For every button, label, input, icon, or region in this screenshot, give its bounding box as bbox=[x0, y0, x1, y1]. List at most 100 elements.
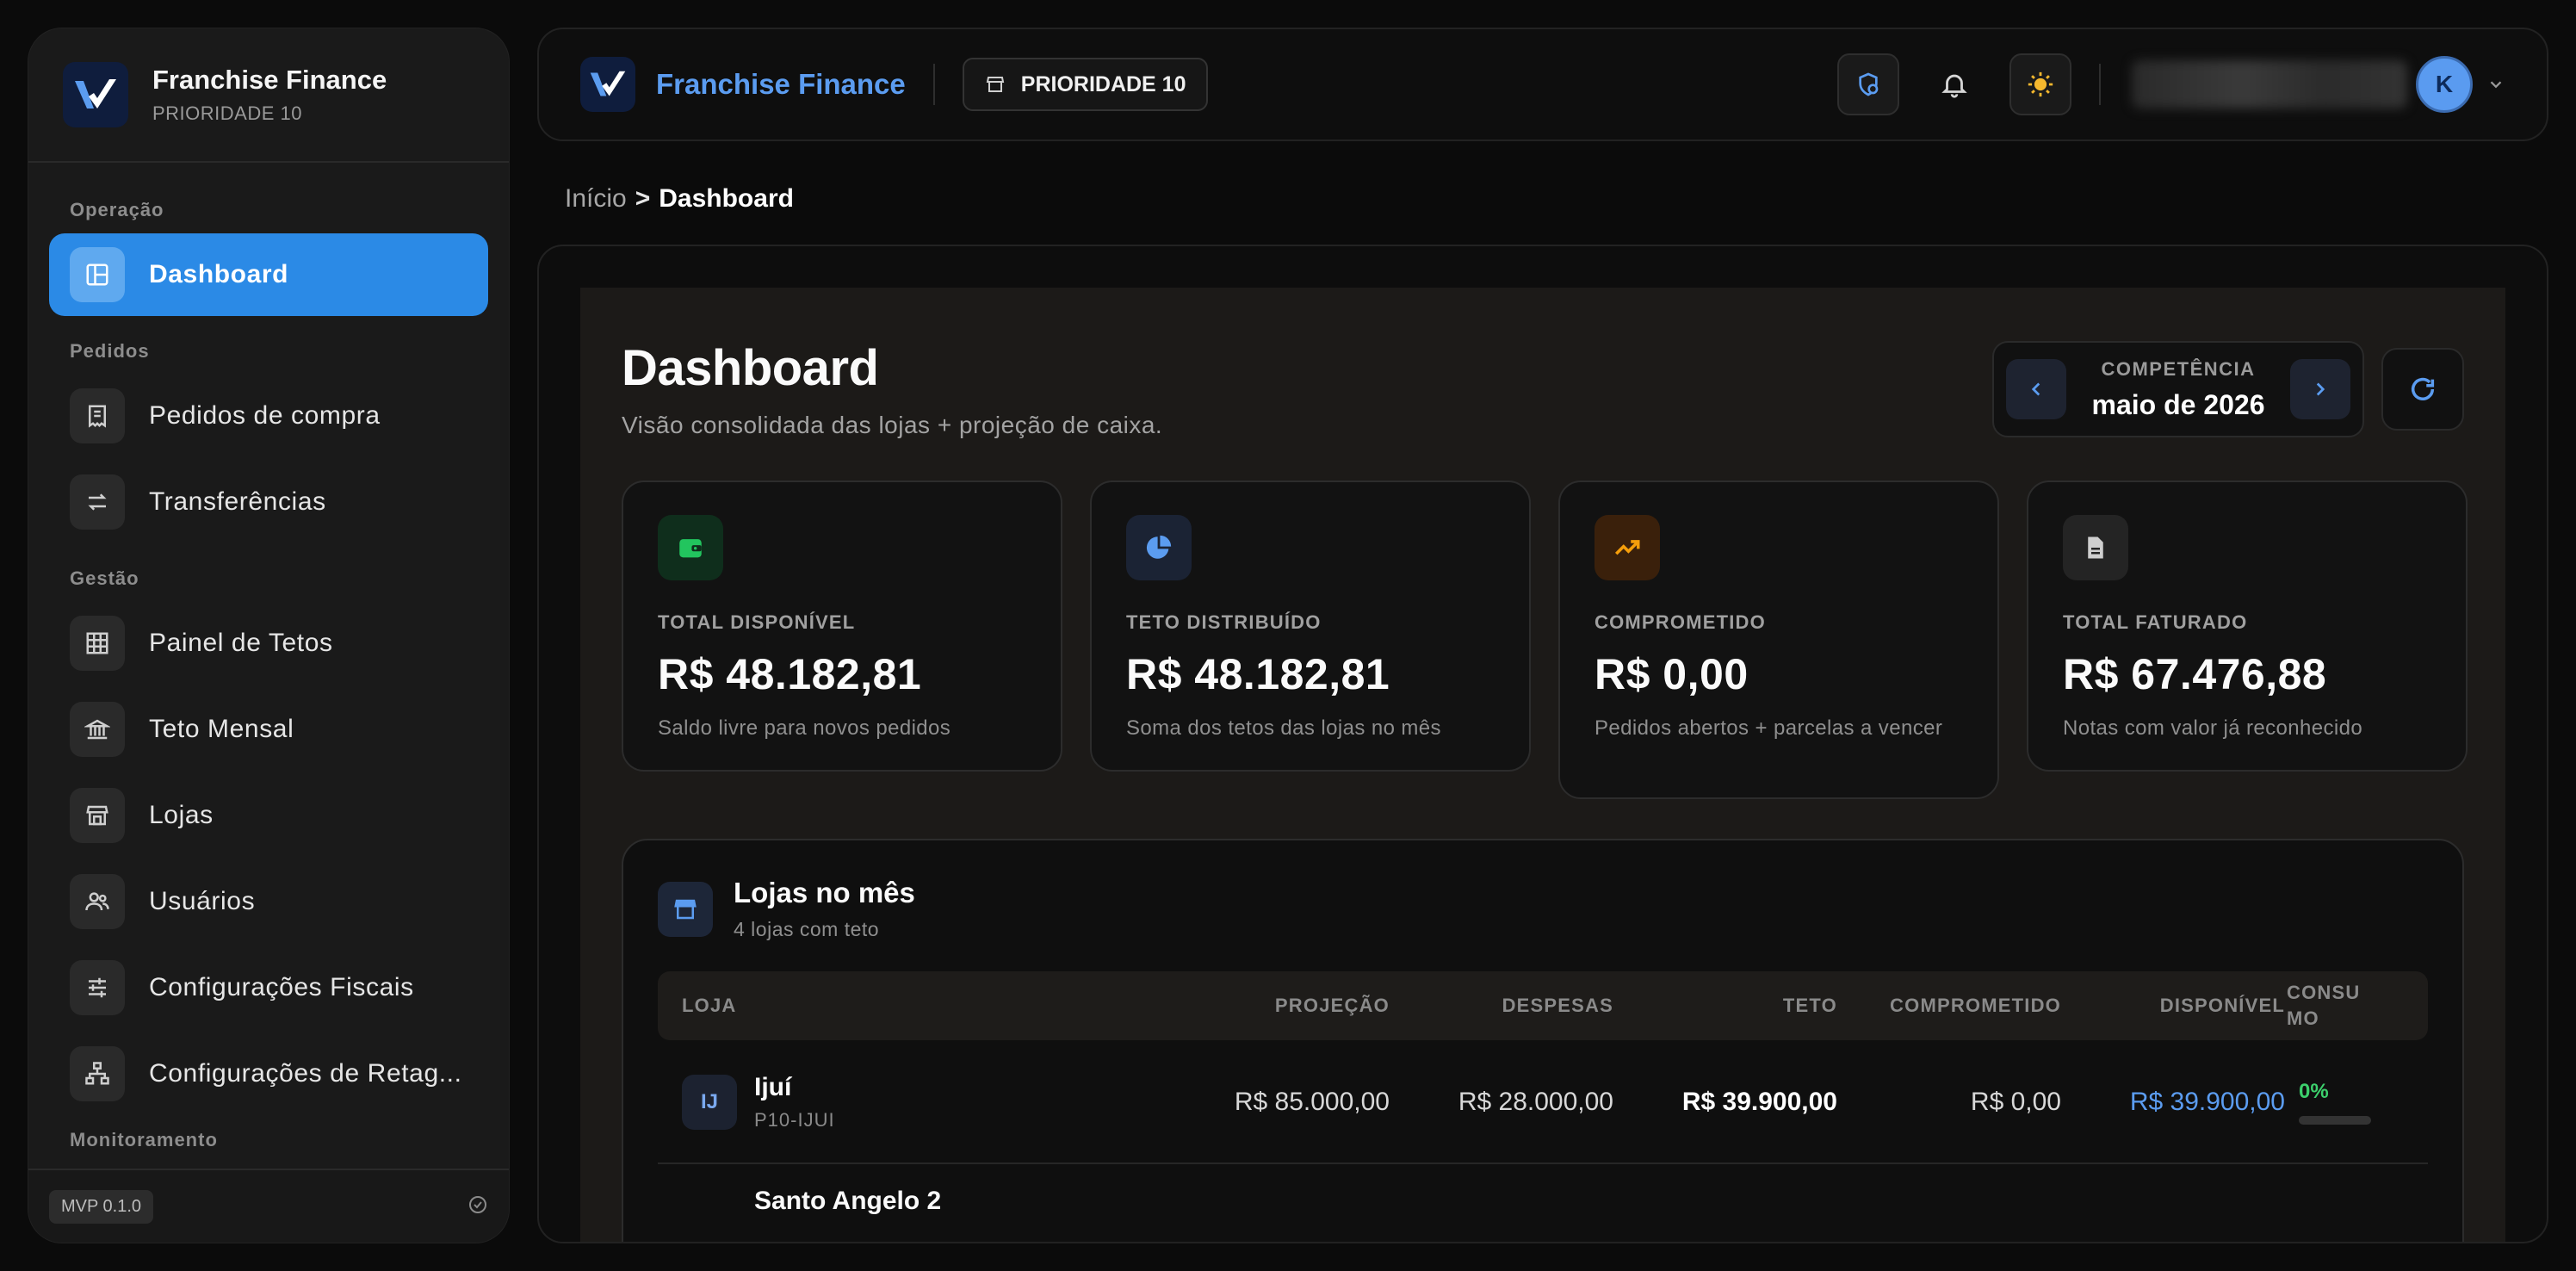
grid-icon bbox=[70, 616, 125, 671]
card-value: R$ 48.182,81 bbox=[1126, 650, 1390, 698]
card-value: R$ 48.182,81 bbox=[658, 650, 922, 698]
sidebar-item-teto-mensal[interactable]: Teto Mensal bbox=[49, 688, 488, 771]
brand-logo-icon bbox=[63, 62, 128, 127]
sidebar-brand-subtitle: PRIORIDADE 10 bbox=[152, 102, 302, 124]
pie-chart-icon bbox=[1126, 515, 1192, 580]
previous-month-button[interactable] bbox=[2006, 359, 2066, 419]
sidebar-nav: Operação Dashboard Pedidos Pedidos de co… bbox=[28, 199, 509, 1155]
receipt-icon bbox=[70, 388, 125, 443]
transfer-arrows-icon bbox=[70, 474, 125, 530]
version-badge: MVP 0.1.0 bbox=[49, 1189, 154, 1224]
stat-card-comprometido: COMPROMETIDO R$ 0,00 Pedidos abertos + p… bbox=[1558, 480, 1999, 799]
table-row[interactable]: Santo Angelo 2 bbox=[658, 1164, 2428, 1242]
competencia-value: maio de 2026 bbox=[2091, 388, 2265, 420]
column-teto[interactable]: TETO bbox=[1613, 971, 1837, 1040]
disponivel-value: R$ 39.900,00 bbox=[2129, 1088, 2285, 1116]
column-consumo[interactable]: CONSU MO bbox=[2287, 971, 2390, 1040]
column-disponivel[interactable]: DISPONÍVEL bbox=[2061, 971, 2285, 1040]
sidebar-brand-title: Franchise Finance bbox=[152, 65, 387, 95]
user-name-blurred[interactable] bbox=[2132, 60, 2407, 108]
sidebar-item-dashboard[interactable]: Dashboard bbox=[49, 233, 488, 316]
store-badge: IJ bbox=[682, 1075, 737, 1130]
priority-pill-label: PRIORIDADE 10 bbox=[1020, 71, 1186, 96]
wallet-icon bbox=[658, 515, 723, 580]
breadcrumb-current: Dashboard bbox=[659, 184, 794, 213]
store-icon bbox=[70, 788, 125, 843]
column-projecao[interactable]: PROJEÇÃO bbox=[1088, 971, 1390, 1040]
store-name: Ijuí bbox=[754, 1073, 792, 1101]
sidebar-section-monitoramento: Monitoramento bbox=[70, 1129, 218, 1150]
refresh-button[interactable] bbox=[2381, 348, 2464, 431]
sidebar-section-gestao: Gestão bbox=[70, 567, 139, 589]
card-description: Saldo livre para novos pedidos bbox=[658, 716, 951, 740]
consumo-percent: 0% bbox=[2299, 1080, 2329, 1103]
hierarchy-icon bbox=[70, 1046, 125, 1101]
breadcrumb-home[interactable]: Início bbox=[565, 184, 627, 214]
sidebar-item-config-retaguarda[interactable]: Configurações de Retag... bbox=[49, 1032, 488, 1115]
stat-card-total-faturado: TOTAL FATURADO R$ 67.476,88 Notas com va… bbox=[2027, 480, 2468, 772]
document-icon bbox=[2063, 515, 2128, 580]
teto-value: R$ 39.900,00 bbox=[1681, 1088, 1837, 1116]
main-content: Dashboard Visão consolidada das lojas + … bbox=[537, 245, 2548, 1243]
comprometido-value: R$ 0,00 bbox=[1970, 1088, 2061, 1116]
store-icon bbox=[658, 881, 713, 937]
sidebar-item-label: Usuários bbox=[149, 887, 256, 915]
sidebar-item-label: Pedidos de compra bbox=[149, 401, 381, 430]
theme-toggle-button[interactable] bbox=[2009, 53, 2071, 115]
chevron-down-icon[interactable] bbox=[2486, 75, 2505, 94]
card-label: TOTAL FATURADO bbox=[2063, 611, 2248, 633]
table-row[interactable]: IJ Ijuí P10-IJUI R$ 85.000,00 R$ 28.000,… bbox=[658, 1040, 2428, 1164]
sidebar-item-config-fiscais[interactable]: Configurações Fiscais bbox=[49, 946, 488, 1029]
competencia-selector: COMPETÊNCIA maio de 2026 bbox=[1992, 341, 2364, 437]
card-label: TOTAL DISPONÍVEL bbox=[658, 611, 856, 633]
stat-card-total-disponivel: TOTAL DISPONÍVEL R$ 48.182,81 Saldo livr… bbox=[622, 480, 1062, 772]
consumo-cell: 0% bbox=[2299, 1040, 2402, 1164]
column-comprometido[interactable]: COMPROMETIDO bbox=[1837, 971, 2061, 1040]
store-code: P10-IJUI bbox=[754, 1109, 835, 1131]
layout-icon bbox=[70, 247, 125, 302]
sidebar-item-lojas[interactable]: Lojas bbox=[49, 774, 488, 857]
card-label: TETO DISTRIBUÍDO bbox=[1126, 611, 1322, 633]
topbar-title[interactable]: Franchise Finance bbox=[656, 68, 906, 101]
dashboard-panel: Dashboard Visão consolidada das lojas + … bbox=[580, 288, 2505, 1242]
consumo-progress-bar bbox=[2299, 1116, 2371, 1125]
sidebar-item-pedidos-compra[interactable]: Pedidos de compra bbox=[49, 375, 488, 457]
column-despesas[interactable]: DESPESAS bbox=[1390, 971, 1613, 1040]
sidebar-brand[interactable]: Franchise Finance PRIORIDADE 10 bbox=[28, 28, 509, 163]
card-label: COMPROMETIDO bbox=[1595, 611, 1766, 633]
page-subtitle: Visão consolidada das lojas + projeção d… bbox=[622, 412, 1163, 438]
stores-subtitle: 4 lojas com teto bbox=[734, 918, 880, 940]
sliders-icon bbox=[70, 960, 125, 1015]
sidebar: Franchise Finance PRIORIDADE 10 Operação… bbox=[28, 28, 510, 1243]
breadcrumb: Início > Dashboard bbox=[565, 184, 794, 214]
despesas-value: R$ 28.000,00 bbox=[1458, 1088, 1613, 1116]
stat-card-teto-distribuido: TETO DISTRIBUÍDO R$ 48.182,81 Soma dos t… bbox=[1090, 480, 1531, 772]
topbar-actions: K bbox=[1813, 53, 2505, 115]
competencia-label: COMPETÊNCIA bbox=[2101, 357, 2256, 380]
sidebar-footer: MVP 0.1.0 bbox=[28, 1169, 509, 1243]
card-description: Soma dos tetos das lojas no mês bbox=[1126, 716, 1441, 740]
next-month-button[interactable] bbox=[2290, 359, 2350, 419]
sidebar-item-usuarios[interactable]: Usuários bbox=[49, 860, 488, 943]
avatar[interactable]: K bbox=[2416, 56, 2473, 113]
card-value: R$ 0,00 bbox=[1595, 650, 1749, 698]
breadcrumb-separator: > bbox=[635, 184, 651, 213]
sidebar-item-transferencias[interactable]: Transferências bbox=[49, 461, 488, 543]
topbar-divider bbox=[2099, 64, 2101, 105]
stores-panel: Lojas no mês 4 lojas com teto LOJA PROJE… bbox=[622, 839, 2464, 1242]
card-value: R$ 67.476,88 bbox=[2063, 650, 2327, 698]
notifications-button[interactable] bbox=[1923, 53, 1985, 115]
table-header: LOJA PROJEÇÃO DESPESAS TETO COMPROMETIDO… bbox=[658, 971, 2428, 1040]
sidebar-item-painel-tetos[interactable]: Painel de Tetos bbox=[49, 602, 488, 685]
column-consumo-line-1: CONSU bbox=[2287, 982, 2361, 1003]
store-cell: Santo Angelo 2 bbox=[682, 1164, 941, 1242]
column-loja[interactable]: LOJA bbox=[682, 971, 736, 1040]
sidebar-item-label: Teto Mensal bbox=[149, 715, 294, 743]
topbar-logo-icon[interactable] bbox=[580, 57, 635, 112]
priority-pill[interactable]: PRIORIDADE 10 bbox=[962, 58, 1209, 111]
user-switch-button[interactable] bbox=[1837, 53, 1899, 115]
stores-title: Lojas no mês bbox=[734, 877, 915, 908]
sidebar-section-pedidos: Pedidos bbox=[70, 340, 150, 362]
page-title: Dashboard bbox=[622, 340, 879, 396]
card-description: Pedidos abertos + parcelas a vencer bbox=[1595, 716, 1943, 740]
